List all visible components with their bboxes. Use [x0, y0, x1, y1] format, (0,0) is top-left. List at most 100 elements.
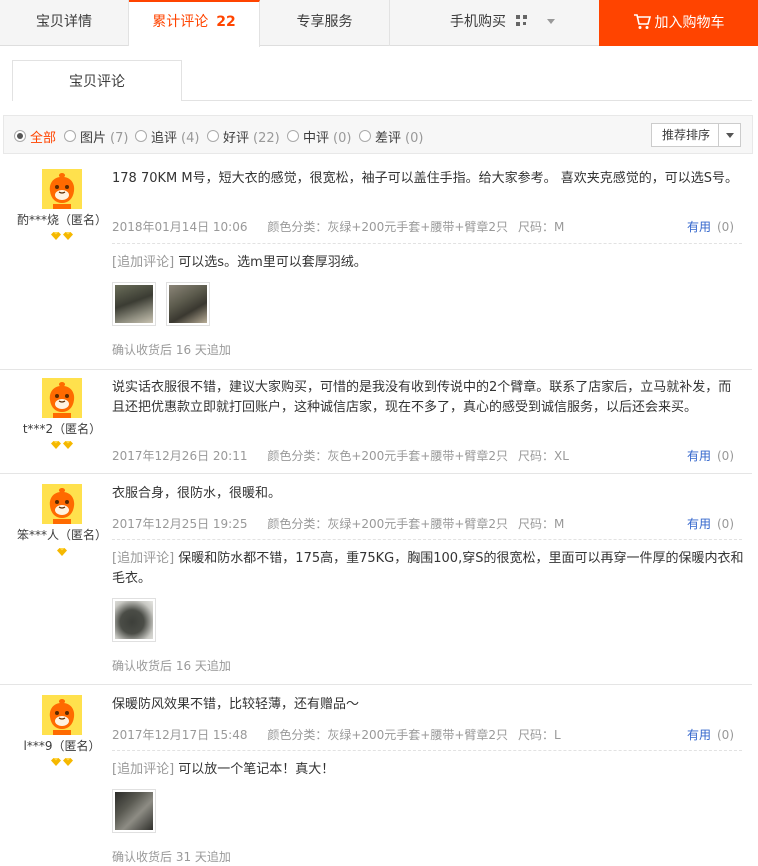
radio-icon[interactable] [207, 130, 219, 142]
reviewer-name: 酌***烧（匿名） [16, 213, 107, 227]
sku-color: 颜色分类：灰绿+200元手套+腰带+臂章2只 [267, 728, 509, 742]
review-meta: 2017年12月17日 15:48 颜色分类：灰绿+200元手套+腰带+臂章2只… [112, 726, 742, 743]
radio-icon[interactable] [287, 130, 299, 142]
diamond-icon [57, 548, 67, 556]
review-meta: 2018年01月14日 10:06 颜色分类：灰绿+200元手套+腰带+臂章2只… [112, 218, 742, 235]
chevron-down-icon [546, 19, 555, 24]
radio-icon[interactable] [64, 130, 76, 142]
useful-label: 有用 [686, 449, 711, 463]
avatar [42, 169, 82, 209]
reviewer-name: l***9（匿名） [23, 739, 101, 753]
sku-size: 尺码：M [518, 220, 565, 234]
reviewer-name: 笨***人（匿名） [16, 528, 107, 542]
review-item: t***2（匿名） 说实话衣服很不错，建议大家购买，可惜的是我没有收到传说中的2… [0, 370, 752, 474]
add-to-cart-label: 加入购物车 [654, 15, 725, 31]
review-item: l***9（匿名） 保暖防风效果不错，比较轻薄，还有赠品～ 2017年12月17… [0, 685, 752, 866]
reviews-count: 22 [216, 14, 236, 30]
review-text: 说实话衣服很不错，建议大家购买，可惜的是我没有收到传说中的2个臂章。联系了店家后… [112, 380, 732, 415]
sort-dropdown[interactable]: 推荐排序 [651, 123, 741, 147]
divider [112, 243, 742, 244]
append-time: 确认收货后 16 天追加 [112, 343, 231, 357]
filter-label: 中评 [303, 131, 330, 146]
append-time: 确认收货后 16 天追加 [112, 659, 231, 673]
tab-reviews[interactable]: 累计评论 22 [129, 0, 260, 47]
review-date: 2018年01月14日 10:06 [112, 220, 248, 234]
tab-item-reviews[interactable]: 宝贝评论 [12, 60, 182, 101]
review-meta: 2017年12月26日 20:11 颜色分类：灰色+200元手套+腰带+臂章2只… [112, 447, 742, 464]
tab-product-detail[interactable]: 宝贝详情 [0, 0, 129, 46]
useful-button[interactable]: 有用 (0) [687, 726, 734, 743]
diamond-icon [63, 758, 73, 766]
review-date: 2017年12月17日 15:48 [112, 728, 248, 742]
add-to-cart-button[interactable]: 加入购物车 [599, 0, 758, 46]
sku-color: 颜色分类：灰绿+200元手套+腰带+臂章2只 [267, 220, 509, 234]
sku-color: 颜色分类：灰色+200元手套+腰带+臂章2只 [267, 449, 509, 463]
append-text: 可以选s。选m里可以套厚羽绒。 [178, 255, 367, 270]
tab-mobile-buy[interactable]: 手机购买 [390, 0, 599, 46]
reviewer-level [0, 441, 124, 449]
filter-append[interactable]: 追评 (4) [135, 127, 199, 146]
review-meta: 2017年12月25日 19:25 颜色分类：灰绿+200元手套+腰带+臂章2只… [112, 515, 742, 532]
avatar [42, 695, 82, 735]
useful-label: 有用 [686, 220, 711, 234]
useful-button[interactable]: 有用 (0) [687, 218, 734, 235]
avatar [42, 378, 82, 418]
sort-label: 推荐排序 [662, 128, 711, 142]
filter-negative[interactable]: 差评 (0) [359, 127, 423, 146]
review-photo[interactable] [166, 282, 210, 326]
diamond-icon [51, 441, 61, 449]
filter-all[interactable]: 全部 [14, 127, 56, 146]
filter-count: (4) [181, 131, 200, 146]
review-text: 178 70KM M号，短大衣的感觉，很宽松，袖子可以盖住手指。给大家参考。 喜… [112, 171, 738, 186]
qrcode-icon [516, 15, 528, 27]
append-review: [追加评论] 可以放一个笔记本！真大！ [112, 760, 744, 780]
tab-label: 专享服务 [296, 14, 353, 30]
divider [112, 750, 742, 751]
review-text: 衣服合身，很防水，很暖和。 [112, 486, 282, 501]
review-photo[interactable] [112, 598, 156, 642]
filter-label: 图片 [80, 131, 107, 146]
cart-icon [633, 14, 651, 29]
tab-label: 宝贝详情 [36, 14, 92, 30]
review-filter-bar: 全部 图片 (7) 追评 (4) 好评 (22) 中评 (0) 差评 (0) 推荐排序 [3, 115, 753, 154]
useful-count: (0) [717, 449, 734, 463]
append-tag: [追加评论] [112, 255, 175, 270]
review-date: 2017年12月25日 19:25 [112, 517, 248, 531]
append-time: 确认收货后 31 天追加 [112, 850, 231, 864]
reviewer-level [0, 758, 124, 766]
diamond-icon [51, 232, 61, 240]
review-photo[interactable] [112, 282, 156, 326]
diamond-icon [63, 441, 73, 449]
radio-icon[interactable] [359, 130, 371, 142]
filter-pictures[interactable]: 图片 (7) [64, 127, 128, 146]
useful-count: (0) [717, 220, 734, 234]
radio-icon[interactable] [14, 130, 26, 142]
diamond-icon [63, 232, 73, 240]
filter-label: 好评 [223, 131, 250, 146]
filter-count: (0) [405, 131, 424, 146]
radio-icon[interactable] [135, 130, 147, 142]
tab-label: 手机购买 [450, 14, 506, 30]
sku-size: 尺码：L [518, 728, 561, 742]
filter-neutral[interactable]: 中评 (0) [287, 127, 351, 146]
useful-label: 有用 [686, 517, 711, 531]
useful-count: (0) [717, 517, 734, 531]
review-date: 2017年12月26日 20:11 [112, 449, 248, 463]
append-text: 可以放一个笔记本！真大！ [178, 762, 335, 777]
append-review: [追加评论] 保暖和防水都不错，175高，重75KG，胸围100,穿S的很宽松，… [112, 549, 744, 589]
divider [112, 539, 742, 540]
reviewer-level [0, 548, 124, 556]
filter-positive[interactable]: 好评 (22) [207, 127, 280, 146]
tab-bar: 宝贝详情 累计评论 22 专享服务 手机购买 加入购物车 [0, 0, 758, 47]
filter-label: 全部 [30, 131, 57, 146]
filter-count: (7) [110, 131, 129, 146]
review-text: 保暖防风效果不错，比较轻薄，还有赠品～ [112, 697, 360, 712]
review-item: 酌***烧（匿名） 178 70KM M号，短大衣的感觉，很宽松，袖子可以盖住手… [0, 155, 752, 370]
append-text: 保暖和防水都不错，175高，重75KG，胸围100,穿S的很宽松，里面可以再穿一… [112, 551, 744, 586]
review-photo[interactable] [112, 789, 156, 833]
useful-button[interactable]: 有用 (0) [687, 447, 734, 464]
sku-size: 尺码：XL [518, 449, 569, 463]
useful-button[interactable]: 有用 (0) [687, 515, 734, 532]
append-tag: [追加评论] [112, 551, 175, 566]
tab-exclusive-service[interactable]: 专享服务 [260, 0, 390, 46]
